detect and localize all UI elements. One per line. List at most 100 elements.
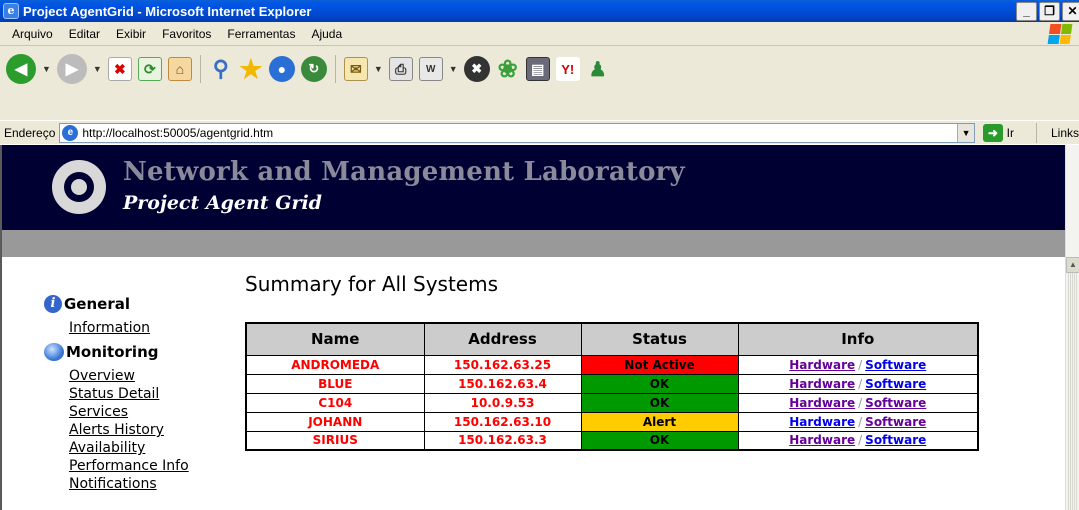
title-bar: e Project AgentGrid - Microsoft Internet… bbox=[0, 0, 1079, 22]
toolbar-separator bbox=[199, 55, 201, 83]
sidebar-item-overview[interactable]: Overview bbox=[69, 367, 232, 385]
system-name: ANDROMEDA bbox=[245, 354, 425, 375]
sidebar-item-alerts-history[interactable]: Alerts History bbox=[69, 421, 232, 439]
info-icon: i bbox=[44, 295, 62, 313]
sidebar-section-general: i General bbox=[44, 295, 232, 313]
sidebar-section-monitoring: Monitoring bbox=[44, 343, 232, 361]
column-header-name: Name bbox=[245, 322, 425, 356]
address-label: Endereço bbox=[4, 125, 56, 140]
edit-icon[interactable]: W bbox=[418, 57, 443, 81]
menu-ferramentas[interactable]: Ferramentas bbox=[219, 27, 303, 41]
ie-icon: e bbox=[3, 3, 19, 19]
software-link[interactable]: Software bbox=[865, 433, 926, 447]
history-icon[interactable]: ↻ bbox=[300, 56, 327, 82]
table-row: C104 10.0.9.53 OK Hardware / Software bbox=[245, 392, 979, 413]
sidebar-item-performance-info[interactable]: Performance Info bbox=[69, 457, 232, 475]
table-row: JOHANN 150.162.63.10 Alert Hardware / Soft… bbox=[245, 411, 979, 432]
scroll-track[interactable] bbox=[1068, 273, 1078, 510]
table-header-row: Name Address Status Info bbox=[245, 322, 979, 356]
system-address: 150.162.63.4 bbox=[423, 373, 582, 394]
hardware-link[interactable]: Hardware bbox=[789, 415, 855, 429]
close-button[interactable]: ✕ bbox=[1062, 1, 1079, 21]
menu-arquivo[interactable]: Arquivo bbox=[4, 27, 61, 41]
status-badge: Not Active bbox=[580, 354, 739, 375]
search-icon[interactable]: ⚲ bbox=[209, 56, 233, 81]
hardware-link[interactable]: Hardware bbox=[789, 396, 855, 410]
window-controls: _ ❒ ✕ bbox=[1016, 1, 1079, 21]
sidebar-section-label: Monitoring bbox=[66, 343, 159, 361]
column-header-address: Address bbox=[423, 322, 582, 356]
back-icon[interactable]: ◀ bbox=[6, 54, 36, 84]
header-banner: Network and Management Laboratory Projec… bbox=[2, 145, 1065, 230]
software-link[interactable]: Software bbox=[865, 358, 926, 372]
sidebar-item-services[interactable]: Services bbox=[69, 403, 232, 421]
hardware-link[interactable]: Hardware bbox=[789, 433, 855, 447]
system-address: 150.162.63.3 bbox=[423, 430, 582, 451]
status-badge: OK bbox=[580, 373, 739, 394]
page-title: Summary for All Systems bbox=[245, 272, 499, 296]
vertical-scrollbar[interactable]: ▲ bbox=[1065, 145, 1079, 510]
address-bar: Endereço e http://localhost:50005/agentg… bbox=[0, 120, 1079, 144]
favorites-icon[interactable]: ★ bbox=[239, 54, 263, 84]
info-links: Hardware / Software bbox=[737, 392, 979, 413]
forward-icon[interactable]: ▶ bbox=[56, 54, 87, 84]
address-url[interactable]: http://localhost:50005/agentgrid.htm bbox=[82, 126, 273, 140]
minimize-button[interactable]: _ bbox=[1016, 1, 1037, 21]
page-content: Network and Management Laboratory Projec… bbox=[0, 145, 1065, 510]
edit-dropdown-icon[interactable]: ▼ bbox=[449, 64, 458, 74]
sidebar: i General Information Monitoring Overvie… bbox=[2, 295, 232, 493]
mail-icon[interactable]: ✉ bbox=[343, 57, 368, 81]
yahoo-icon[interactable]: Y! bbox=[555, 57, 580, 81]
print-icon[interactable]: ⎙ bbox=[388, 57, 413, 81]
go-arrow-icon[interactable]: ➜ bbox=[983, 123, 1003, 142]
menu-ajuda[interactable]: Ajuda bbox=[303, 27, 350, 41]
address-dropdown-icon[interactable]: ▼ bbox=[957, 123, 975, 142]
window-title: Project AgentGrid - Microsoft Internet E… bbox=[23, 3, 312, 19]
banner-title: Network and Management Laboratory bbox=[123, 157, 685, 187]
software-link[interactable]: Software bbox=[865, 415, 926, 429]
info-links: Hardware / Software bbox=[737, 354, 979, 375]
address-input[interactable]: e http://localhost:50005/agentgrid.htm ▼ bbox=[59, 122, 976, 143]
links-separator bbox=[1036, 122, 1037, 143]
hardware-link[interactable]: Hardware bbox=[789, 358, 855, 372]
media-icon[interactable]: ● bbox=[268, 56, 295, 82]
menu-exibir[interactable]: Exibir bbox=[108, 27, 154, 41]
info-links: Hardware / Software bbox=[737, 430, 979, 451]
software-link[interactable]: Software bbox=[865, 396, 926, 410]
system-name: SIRIUS bbox=[245, 430, 425, 451]
sidebar-item-status-detail[interactable]: Status Detail bbox=[69, 385, 232, 403]
icq-icon[interactable]: ❀ bbox=[496, 56, 520, 83]
sidebar-item-availability[interactable]: Availability bbox=[69, 439, 232, 457]
popup-blocker-icon[interactable]: ✖ bbox=[463, 56, 490, 82]
go-button[interactable]: Ir bbox=[1007, 126, 1014, 140]
back-dropdown-icon[interactable]: ▼ bbox=[42, 64, 51, 74]
sidebar-item-information[interactable]: Information bbox=[69, 319, 232, 337]
hardware-link[interactable]: Hardware bbox=[789, 377, 855, 391]
status-badge: OK bbox=[580, 430, 739, 451]
maximize-button[interactable]: ❒ bbox=[1039, 1, 1060, 21]
links-button[interactable]: Links bbox=[1051, 126, 1079, 140]
menu-editar[interactable]: Editar bbox=[61, 27, 108, 41]
general-links: Information bbox=[69, 319, 232, 337]
sidebar-item-notifications[interactable]: Notifications bbox=[69, 475, 232, 493]
system-name: BLUE bbox=[245, 373, 425, 394]
table-row: SIRIUS 150.162.63.3 OK Hardware / Software bbox=[245, 430, 979, 451]
system-address: 150.162.63.10 bbox=[423, 411, 582, 432]
toolbar-separator bbox=[334, 55, 336, 83]
column-header-status: Status bbox=[580, 322, 739, 356]
scroll-up-icon[interactable]: ▲ bbox=[1066, 257, 1079, 273]
messenger-icon[interactable]: ▤ bbox=[525, 57, 550, 81]
page-icon: e bbox=[62, 124, 79, 141]
menu-favoritos[interactable]: Favoritos bbox=[154, 27, 219, 41]
mail-dropdown-icon[interactable]: ▼ bbox=[374, 64, 383, 74]
home-icon[interactable]: ⌂ bbox=[167, 57, 192, 81]
column-header-info: Info bbox=[737, 322, 979, 356]
toolbar: ◀ ▼ ▶ ▼ ✖ ⟳ ⌂ ⚲ ★ ● ↻ ✉ ▼ ⎙ W ▼ ✖ ❀ ▤ Y!… bbox=[0, 46, 1079, 120]
msn-icon[interactable]: ♟ bbox=[586, 57, 610, 81]
stop-icon[interactable]: ✖ bbox=[107, 57, 132, 81]
windows-logo-icon bbox=[1047, 24, 1073, 44]
refresh-icon[interactable]: ⟳ bbox=[137, 57, 162, 81]
forward-dropdown-icon[interactable]: ▼ bbox=[93, 64, 102, 74]
lab-logo-icon bbox=[52, 160, 106, 214]
software-link[interactable]: Software bbox=[865, 377, 926, 391]
